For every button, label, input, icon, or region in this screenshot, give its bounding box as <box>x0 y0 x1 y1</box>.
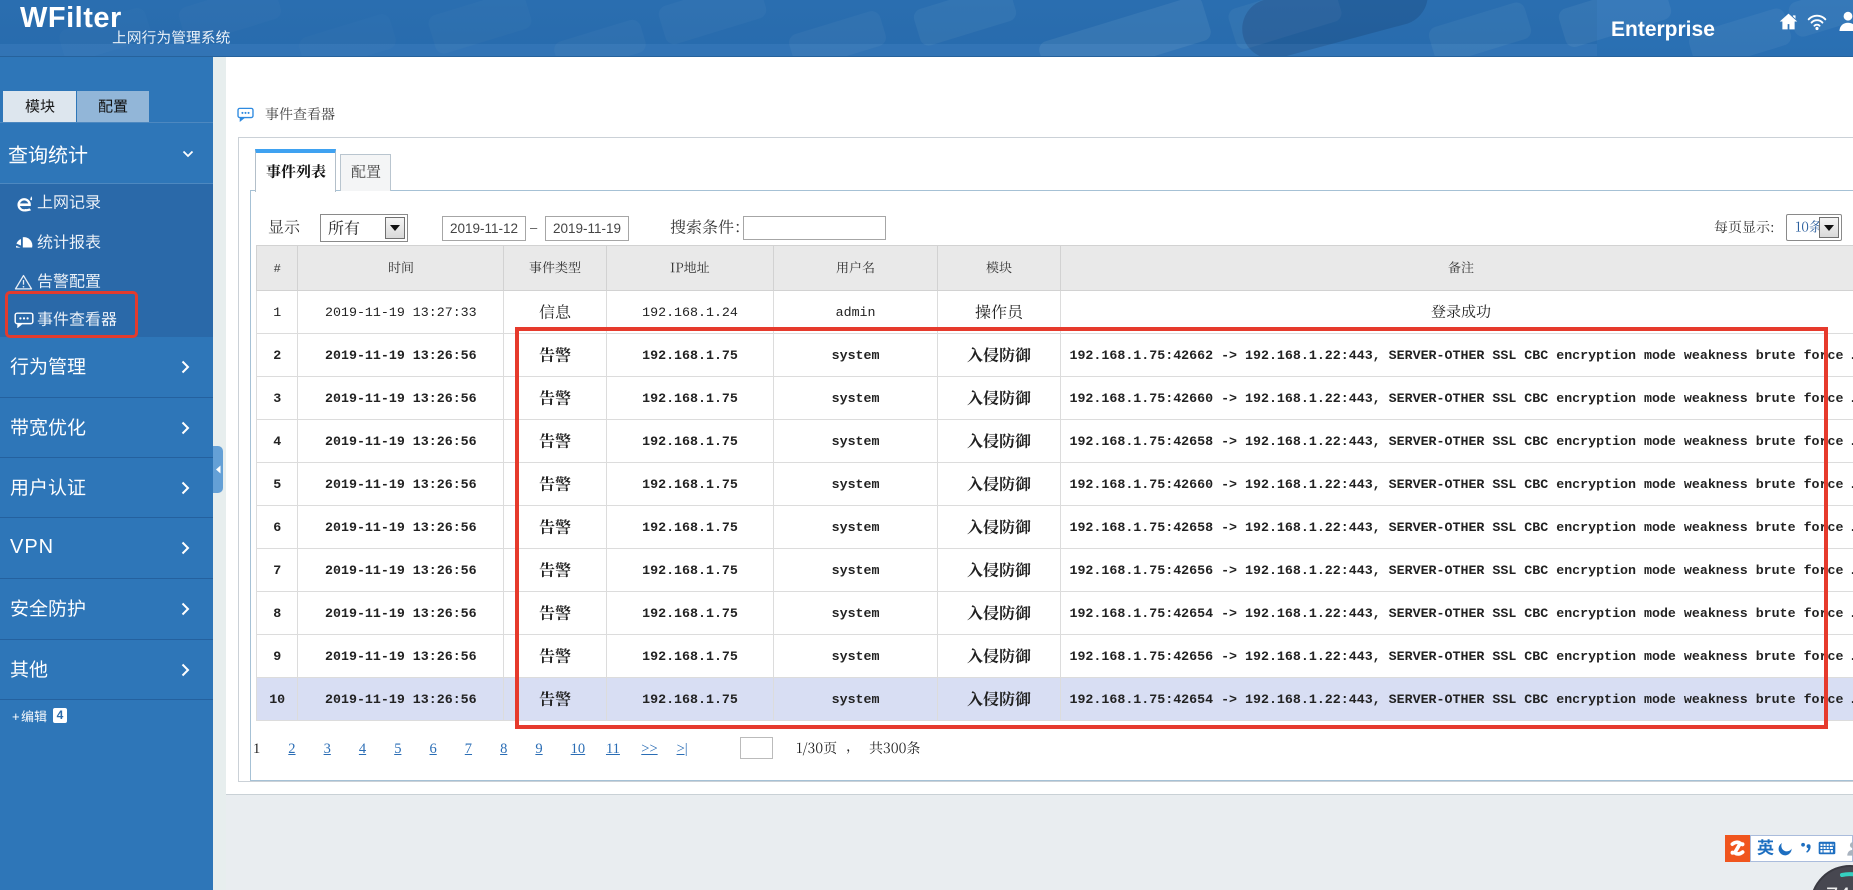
svg-text:74: 74 <box>1826 883 1850 890</box>
